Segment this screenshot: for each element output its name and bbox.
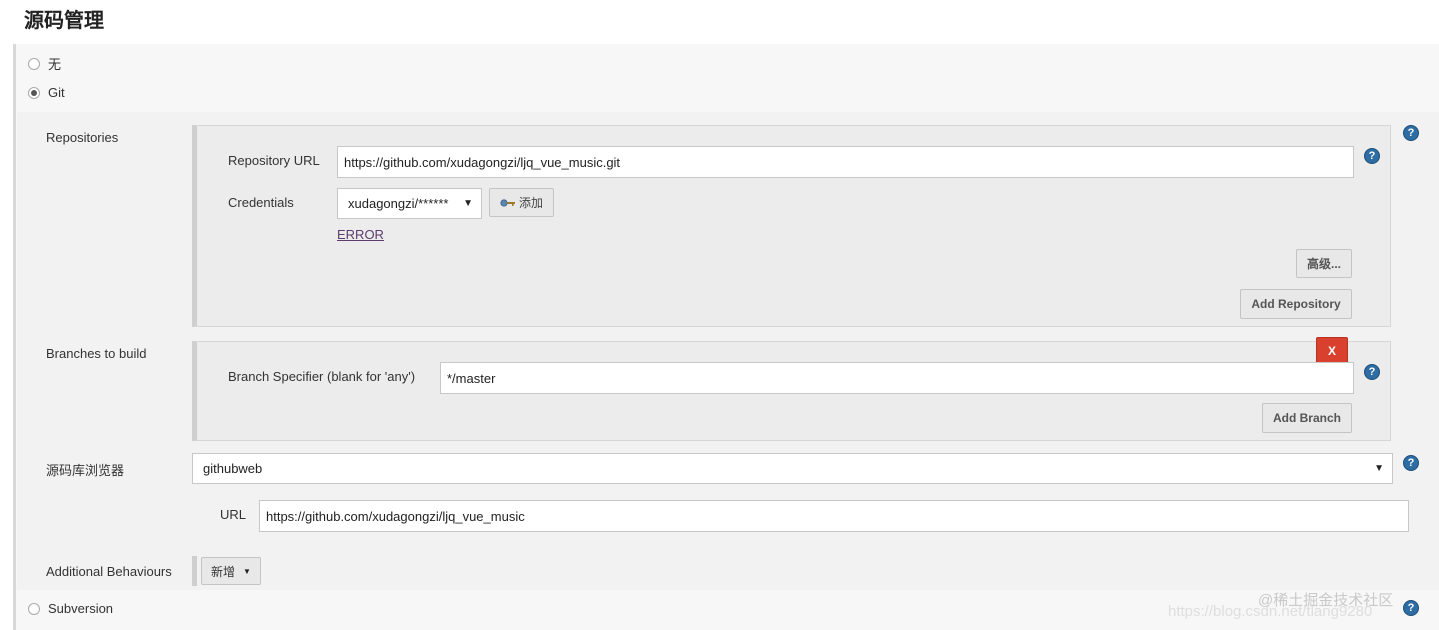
advanced-button[interactable]: 高级...: [1296, 249, 1352, 278]
browser-url-input[interactable]: https://github.com/xudagongzi/ljq_vue_mu…: [259, 500, 1409, 532]
chevron-down-icon: ▼: [243, 566, 251, 576]
credentials-error-link[interactable]: ERROR: [337, 227, 384, 242]
repositories-help-icon[interactable]: ?: [1403, 125, 1419, 141]
radio-option-git[interactable]: Git: [28, 85, 65, 100]
branches-label: Branches to build: [46, 346, 147, 361]
repository-browser-label: 源码库浏览器: [46, 463, 125, 478]
branch-specifier-input[interactable]: */master: [440, 362, 1354, 394]
add-behaviour-label: 新增: [211, 564, 236, 579]
behaviours-divider: [192, 556, 197, 586]
radio-git[interactable]: [28, 86, 40, 99]
radio-subversion[interactable]: [28, 602, 40, 615]
key-icon: [500, 198, 515, 207]
additional-behaviours-label: Additional Behaviours: [46, 564, 172, 579]
subversion-help-icon[interactable]: ?: [1403, 600, 1419, 616]
repositories-label: Repositories: [46, 130, 119, 145]
branch-specifier-label: Branch Specifier (blank for 'any'): [228, 369, 416, 384]
browser-url-label: URL: [220, 507, 247, 522]
chevron-down-icon: ▼: [1374, 463, 1384, 474]
radio-none-label: 无: [48, 57, 62, 72]
radio-git-label: Git: [48, 85, 65, 100]
add-repository-button[interactable]: Add Repository: [1240, 289, 1352, 319]
repository-url-help-icon[interactable]: ?: [1364, 148, 1380, 164]
credentials-select[interactable]: xudagongzi/****** ▼: [337, 188, 482, 219]
watermark-text: @稀土掘金技术社区: [1258, 592, 1394, 609]
radio-subversion-label: Subversion: [48, 601, 114, 616]
repository-browser-selected: githubweb: [203, 461, 263, 476]
repository-browser-select[interactable]: githubweb ▼: [192, 453, 1393, 484]
radio-none[interactable]: [28, 57, 40, 70]
add-behaviour-button[interactable]: 新增 ▼: [201, 557, 261, 585]
credentials-label: Credentials: [228, 195, 294, 210]
credentials-selected-value: xudagongzi/******: [348, 196, 449, 211]
repository-browser-help-icon[interactable]: ?: [1403, 455, 1419, 471]
add-branch-button[interactable]: Add Branch: [1262, 403, 1352, 433]
add-credentials-button[interactable]: 添加: [489, 188, 554, 217]
delete-branch-button[interactable]: X: [1316, 337, 1348, 364]
radio-option-none[interactable]: 无: [28, 54, 61, 73]
radio-option-subversion[interactable]: Subversion: [28, 601, 113, 616]
page-title: 源码管理: [24, 10, 104, 32]
add-credentials-label: 添加: [518, 196, 543, 210]
chevron-down-icon: ▼: [463, 198, 473, 209]
repository-url-label: Repository URL: [228, 153, 320, 168]
repository-url-input[interactable]: https://github.com/xudagongzi/ljq_vue_mu…: [337, 146, 1354, 178]
branch-specifier-help-icon[interactable]: ?: [1364, 364, 1380, 380]
